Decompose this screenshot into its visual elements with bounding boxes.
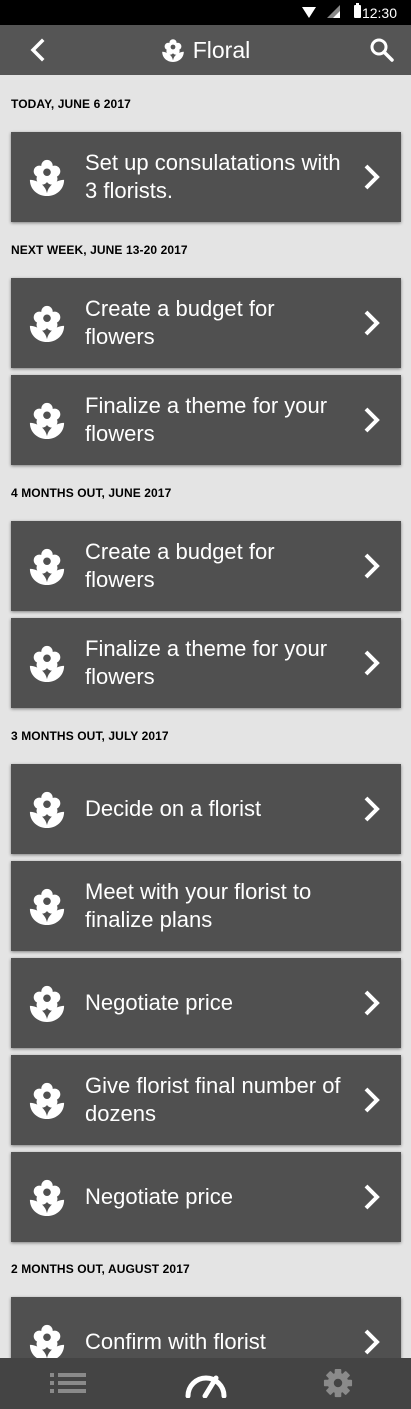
status-time: 12:30 bbox=[361, 5, 397, 21]
section-header: TODAY, JUNE 6 2017 bbox=[11, 97, 131, 111]
task-label: Give florist final number of dozens bbox=[85, 1073, 341, 1126]
battery-icon bbox=[354, 3, 361, 18]
search-icon[interactable] bbox=[369, 37, 395, 63]
chevron-right-icon bbox=[364, 1184, 380, 1210]
task-card[interactable]: Give florist final number of dozens bbox=[11, 1055, 401, 1145]
chevron-right-icon bbox=[364, 1329, 380, 1355]
flower-icon bbox=[29, 1179, 65, 1216]
task-card[interactable]: Confirm with florist bbox=[11, 1297, 401, 1358]
page-title: Floral bbox=[192, 36, 251, 63]
chevron-right-icon bbox=[364, 650, 380, 676]
wifi-icon bbox=[302, 7, 316, 18]
task-card[interactable]: Finalize a theme for your flowers bbox=[11, 618, 401, 708]
task-label: Create a budget for flowers bbox=[85, 539, 275, 592]
task-list[interactable]: TODAY, JUNE 6 2017 Set up consulatations… bbox=[0, 75, 411, 1358]
task-label: Decide on a florist bbox=[85, 796, 262, 821]
chevron-right-icon bbox=[364, 407, 380, 433]
chevron-right-icon bbox=[364, 1087, 380, 1113]
task-card[interactable]: Create a budget for flowers bbox=[11, 278, 401, 368]
flower-icon bbox=[29, 645, 65, 682]
section-header: NEXT WEEK, JUNE 13-20 2017 bbox=[11, 243, 188, 257]
signal-icon bbox=[327, 5, 340, 18]
flower-icon bbox=[29, 791, 65, 828]
flower-icon bbox=[29, 888, 65, 925]
flower-icon bbox=[29, 305, 65, 342]
task-label: Meet with your florist to finalize plans bbox=[85, 879, 312, 932]
speedometer-icon[interactable] bbox=[183, 1368, 229, 1398]
gear-icon[interactable] bbox=[322, 1368, 354, 1398]
flower-icon bbox=[161, 39, 184, 62]
task-card[interactable]: Meet with your florist to finalize plans bbox=[11, 861, 401, 951]
task-card[interactable]: Negotiate price bbox=[11, 1152, 401, 1242]
flower-icon bbox=[29, 1082, 65, 1119]
flower-icon bbox=[29, 1324, 65, 1358]
flower-icon bbox=[29, 985, 65, 1022]
task-label: Set up consulatations with 3 florists. bbox=[85, 150, 341, 203]
task-label: Create a budget for flowers bbox=[85, 296, 275, 349]
list-icon[interactable] bbox=[48, 1368, 88, 1398]
bottom-nav bbox=[0, 1358, 411, 1409]
task-card[interactable]: Set up consulatations with 3 florists. bbox=[11, 132, 401, 222]
chevron-right-icon bbox=[364, 164, 380, 190]
section-header: 2 MONTHS OUT, AUGUST 2017 bbox=[11, 1262, 190, 1276]
section-header: 3 MONTHS OUT, JULY 2017 bbox=[11, 729, 169, 743]
flower-icon bbox=[29, 548, 65, 585]
app-bar: Floral bbox=[0, 25, 411, 75]
chevron-left-icon[interactable] bbox=[22, 34, 54, 66]
flower-icon bbox=[29, 159, 65, 196]
task-card[interactable]: Decide on a florist bbox=[11, 764, 401, 854]
chevron-right-icon bbox=[364, 310, 380, 336]
task-label: Negotiate price bbox=[85, 990, 233, 1015]
chevron-right-icon bbox=[364, 796, 380, 822]
status-bar: 12:30 bbox=[0, 0, 411, 25]
chevron-right-icon bbox=[364, 553, 380, 579]
chevron-right-icon bbox=[364, 990, 380, 1016]
task-card[interactable]: Negotiate price bbox=[11, 958, 401, 1048]
task-label: Confirm with florist bbox=[85, 1329, 266, 1354]
task-label: Negotiate price bbox=[85, 1184, 233, 1209]
task-card[interactable]: Finalize a theme for your flowers bbox=[11, 375, 401, 465]
task-card[interactable]: Create a budget for flowers bbox=[11, 521, 401, 611]
flower-icon bbox=[29, 402, 65, 439]
task-label: Finalize a theme for your flowers bbox=[85, 636, 328, 689]
task-label: Finalize a theme for your flowers bbox=[85, 393, 328, 446]
section-header: 4 MONTHS OUT, JUNE 2017 bbox=[11, 486, 172, 500]
